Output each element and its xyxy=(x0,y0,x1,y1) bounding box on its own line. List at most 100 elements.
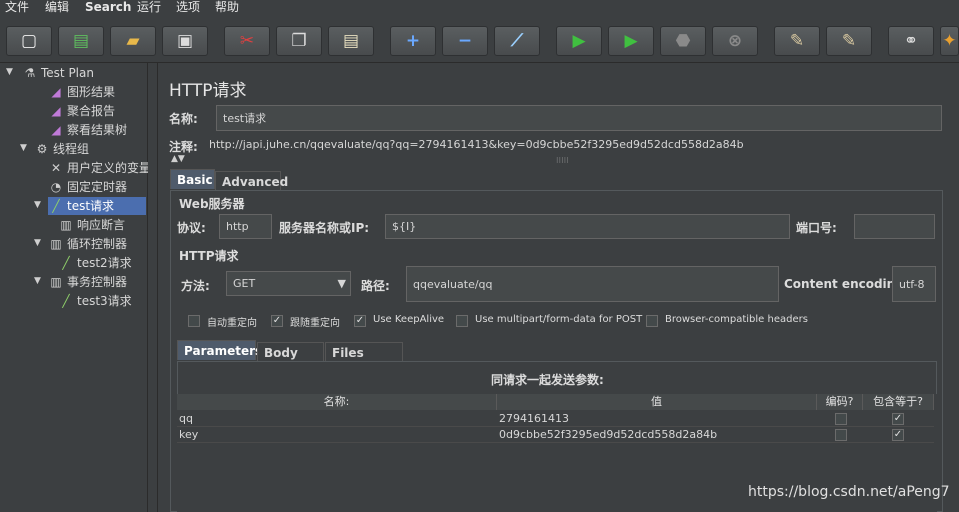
sampler-icon: ╱ xyxy=(62,294,70,308)
option-checkbox[interactable]: ✓ xyxy=(354,315,366,327)
expand-toggle-icon[interactable]: ▼ xyxy=(6,67,16,77)
tree-node[interactable]: ◢ 察看结果树 xyxy=(48,121,146,139)
param-value[interactable]: 0d9cbbe52f3295ed9d52dcd558d2a84b xyxy=(499,427,815,443)
stop-button[interactable]: ⬣ xyxy=(660,26,706,56)
cut-button[interactable]: ✂ xyxy=(224,26,270,56)
include-equals-checkbox[interactable]: ✓ xyxy=(892,413,904,425)
templates-icon: ▤ xyxy=(72,31,90,51)
encode-checkbox[interactable] xyxy=(835,413,847,425)
param-name[interactable]: key xyxy=(179,427,495,443)
expand-toggle-icon[interactable]: ▼ xyxy=(34,238,44,248)
option-checkbox[interactable] xyxy=(456,315,468,327)
option-label: 自动重定向 xyxy=(207,318,257,329)
graph-icon: ◢ xyxy=(51,85,61,99)
tree-node-label: 事务控制器 xyxy=(67,275,128,289)
option-checkbox[interactable]: ✓ xyxy=(271,315,283,327)
splitter[interactable] xyxy=(148,63,158,512)
web-server-title: Web服务器 xyxy=(179,197,245,211)
comment-label: 注释: xyxy=(169,140,198,154)
path-field[interactable]: qqevaluate/qq xyxy=(406,266,779,302)
column-include-equals[interactable]: 包含等于? xyxy=(863,394,934,410)
templates-button[interactable]: ▤ xyxy=(58,26,104,56)
method-value: GET xyxy=(233,277,256,290)
tree-node[interactable]: ⚗ Test Plan xyxy=(22,64,146,82)
expand-toggle-icon[interactable]: ▼ xyxy=(34,276,44,286)
tree-node[interactable]: ╱ test2请求 xyxy=(58,254,146,272)
port-field[interactable] xyxy=(854,214,935,239)
shutdown-icon: ⊗ xyxy=(727,31,743,51)
open-button[interactable]: ▰ xyxy=(110,26,156,56)
option-label: Use KeepAlive xyxy=(373,314,445,325)
shutdown-button[interactable]: ⊗ xyxy=(712,26,758,56)
collapse-button[interactable]: − xyxy=(442,26,488,56)
tree-node[interactable]: ▥ 循环控制器 xyxy=(48,235,146,253)
controller-icon: ▥ xyxy=(50,275,62,289)
menu-edit[interactable]: 编辑 xyxy=(45,0,69,14)
port-label: 端口号: xyxy=(796,221,837,235)
menu-help[interactable]: 帮助 xyxy=(215,0,239,14)
option-checkbox[interactable] xyxy=(188,315,200,327)
new-button[interactable]: ▢ xyxy=(6,26,52,56)
name-label: 名称: xyxy=(169,112,198,126)
expand-toggle-icon[interactable]: ▼ xyxy=(34,200,44,210)
menu-search[interactable]: Search xyxy=(85,0,131,14)
tab-parameters[interactable]: Parameters xyxy=(177,340,262,360)
save-button[interactable]: ▣ xyxy=(162,26,208,56)
menu-options[interactable]: 选项 xyxy=(176,0,200,14)
include-equals-checkbox[interactable]: ✓ xyxy=(892,429,904,441)
collapse-arrows-icon[interactable]: ▲▼ xyxy=(171,154,185,164)
expand-button[interactable]: + xyxy=(390,26,436,56)
tab-advanced[interactable]: Advanced xyxy=(215,171,288,191)
name-field[interactable]: test请求 xyxy=(216,105,942,131)
tree-node-label: 固定定时器 xyxy=(67,180,128,194)
tree-node-label: 响应断言 xyxy=(77,218,126,232)
clear-icon: ✎ xyxy=(789,31,805,51)
tree-node[interactable]: ◔ 固定定时器 xyxy=(48,178,146,196)
column-name[interactable]: 名称: xyxy=(177,394,497,410)
param-name[interactable]: qq xyxy=(179,411,495,427)
tab-body-data[interactable]: Body Data xyxy=(257,342,324,380)
encoding-field[interactable]: utf-8 xyxy=(892,266,936,302)
tree-node[interactable]: ▥ 事务控制器 xyxy=(48,273,146,291)
tree-node[interactable]: ╱ test3请求 xyxy=(58,292,146,310)
server-field[interactable]: ${I} xyxy=(385,214,790,239)
method-select[interactable]: GET ▼ xyxy=(226,271,351,296)
drag-handle-icon[interactable]: ⁝⁝⁝⁝⁝ xyxy=(556,156,569,165)
option-checkbox[interactable] xyxy=(646,315,658,327)
column-encode[interactable]: 编码? xyxy=(817,394,863,410)
search-button[interactable]: ⚭ xyxy=(888,26,934,56)
clear-button[interactable]: ✎ xyxy=(774,26,820,56)
comment-field[interactable]: http://japi.juhe.cn/qqevaluate/qq?qq=279… xyxy=(203,134,942,155)
column-value[interactable]: 值 xyxy=(497,394,817,410)
controller-icon: ▥ xyxy=(50,237,62,251)
copy-button[interactable]: ❐ xyxy=(276,26,322,56)
tree-node[interactable]: ◢ 图形结果 xyxy=(48,83,146,101)
menu-bar: 文件 编辑 Search 运行 选项 帮助 xyxy=(0,0,959,17)
tree-node[interactable]: ╱ test请求 xyxy=(48,197,146,215)
tree-node[interactable]: ✕ 用户定义的变量 xyxy=(48,159,151,177)
tree-node[interactable]: ▥ 响应断言 xyxy=(58,216,146,234)
tab-basic[interactable]: Basic xyxy=(170,169,215,189)
start-no-pause-button[interactable]: ▶ xyxy=(608,26,654,56)
tab-files-upload[interactable]: Files Upload xyxy=(325,342,403,380)
protocol-field[interactable]: http xyxy=(219,214,272,239)
graph-icon: ◢ xyxy=(51,123,61,137)
paste-button[interactable]: ▤ xyxy=(328,26,374,56)
toggle-button[interactable]: ⟋ xyxy=(494,26,540,56)
menu-run[interactable]: 运行 xyxy=(137,0,161,14)
menu-file[interactable]: 文件 xyxy=(5,0,29,14)
test-plan-tree: ▼ ⚗ Test Plan ◢ 图形结果 ◢ 聚合报告 ◢ 察看结果树 ▼ ⚙ 线程组 ✕ 用户定义的变量… xyxy=(0,63,151,512)
tree-node[interactable]: ◢ 聚合报告 xyxy=(48,102,146,120)
clear-all-button[interactable]: ✎ xyxy=(826,26,872,56)
tree-node-label: test2请求 xyxy=(77,256,132,270)
param-value[interactable]: 2794161413 xyxy=(499,411,815,427)
encode-checkbox[interactable] xyxy=(835,429,847,441)
table-row[interactable]: key 0d9cbbe52f3295ed9d52dcd558d2a84b ✓ xyxy=(177,427,934,443)
expand-toggle-icon[interactable]: ▼ xyxy=(20,143,30,153)
table-row[interactable]: qq 2794161413 ✓ xyxy=(177,411,934,427)
start-button[interactable]: ▶ xyxy=(556,26,602,56)
reset-search-button[interactable]: ✦ xyxy=(940,26,959,56)
panel-title: HTTP请求 xyxy=(169,81,247,101)
tree-node[interactable]: ⚙ 线程组 xyxy=(34,140,146,158)
protocol-label: 协议: xyxy=(177,221,206,235)
